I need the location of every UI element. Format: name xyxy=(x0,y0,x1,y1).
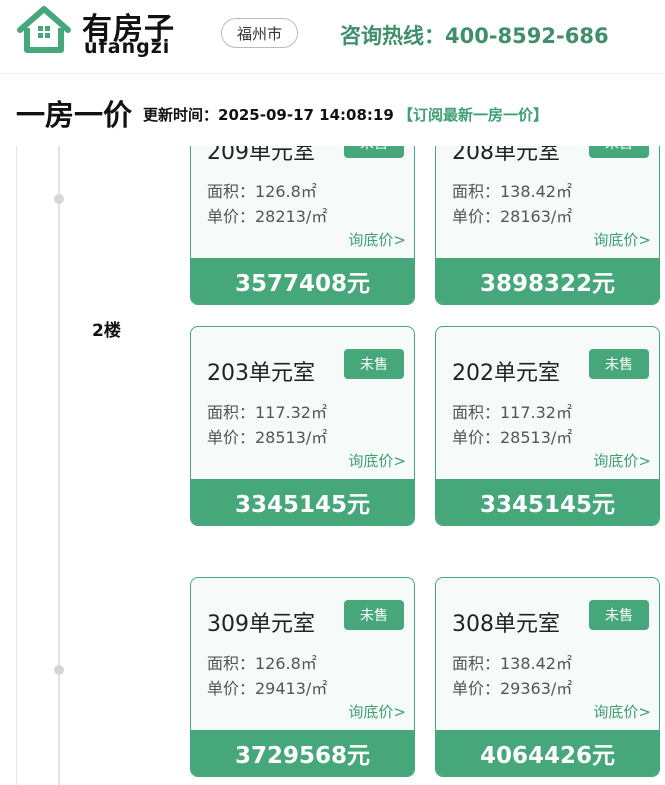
unit-price-text: 单价：29413/㎡ xyxy=(207,679,328,698)
unit-card[interactable]: 203单元室 未售 面积：117.32㎡ 单价：28513/㎡ 询底价> 334… xyxy=(190,326,415,526)
total-price: 3729568元 xyxy=(191,730,414,776)
floor-label: 2楼 xyxy=(92,321,121,341)
room-number: 208单元室 xyxy=(452,146,560,165)
house-logo-icon[interactable] xyxy=(16,4,72,56)
room-number: 202单元室 xyxy=(452,361,560,386)
divider xyxy=(16,146,17,785)
update-time: 更新时间：2025-09-17 14:08:19 xyxy=(143,106,394,124)
total-price: 3577408元 xyxy=(191,258,414,304)
total-price: 3898322元 xyxy=(436,258,659,304)
inquire-price-link[interactable]: 询底价> xyxy=(348,229,406,250)
area-text: 面积：117.32㎡ xyxy=(452,403,572,422)
total-price: 3345145元 xyxy=(191,479,414,525)
area-text: 面积：126.8㎡ xyxy=(207,182,317,201)
unit-card[interactable]: 208单元室 未售 面积：138.42㎡ 单价：28163/㎡ 询底价> 389… xyxy=(435,146,660,305)
timeline-dot xyxy=(54,194,64,204)
area-text: 面积：117.32㎡ xyxy=(207,403,327,422)
unit-price-text: 单价：28513/㎡ xyxy=(452,428,573,447)
status-badge: 未售 xyxy=(589,146,649,158)
unit-card[interactable]: 209单元室 未售 面积：126.8㎡ 单价：28213/㎡ 询底价> 3577… xyxy=(190,146,415,305)
unit-price-text: 单价：28163/㎡ xyxy=(452,207,573,226)
room-number: 309单元室 xyxy=(207,612,315,637)
timeline-dot xyxy=(54,665,64,675)
unit-price-text: 单价：29363/㎡ xyxy=(452,679,573,698)
timeline-line xyxy=(58,146,60,785)
inquire-price-link[interactable]: 询底价> xyxy=(348,701,406,722)
inquire-price-link[interactable]: 询底价> xyxy=(593,229,651,250)
inquire-price-link[interactable]: 询底价> xyxy=(348,450,406,471)
hotline-text: 咨询热线：400-8592-686 xyxy=(340,24,609,48)
status-badge: 未售 xyxy=(589,600,649,630)
unit-price-text: 单价：28513/㎡ xyxy=(207,428,328,447)
status-badge: 未售 xyxy=(344,600,404,630)
room-number: 203单元室 xyxy=(207,361,315,386)
room-number: 308单元室 xyxy=(452,612,560,637)
status-badge: 未售 xyxy=(589,349,649,379)
total-price: 3345145元 xyxy=(436,479,659,525)
page-title: 一房一价 xyxy=(16,98,133,132)
status-badge: 未售 xyxy=(344,349,404,379)
unit-price-text: 单价：28213/㎡ xyxy=(207,207,328,226)
total-price: 4064426元 xyxy=(436,730,659,776)
unit-card[interactable]: 202单元室 未售 面积：117.32㎡ 单价：28513/㎡ 询底价> 334… xyxy=(435,326,660,526)
inquire-price-link[interactable]: 询底价> xyxy=(593,701,651,722)
city-selector-button[interactable]: 福州市 xyxy=(221,18,298,48)
inquire-price-link[interactable]: 询底价> xyxy=(593,450,651,471)
area-text: 面积：138.42㎡ xyxy=(452,654,572,673)
area-text: 面积：126.8㎡ xyxy=(207,654,317,673)
room-number: 209单元室 xyxy=(207,146,315,165)
logo-text-en[interactable]: ufangzi xyxy=(84,36,170,58)
subscribe-link[interactable]: 【订阅最新一房一价】 xyxy=(398,104,548,125)
area-text: 面积：138.42㎡ xyxy=(452,182,572,201)
unit-card[interactable]: 309单元室 未售 面积：126.8㎡ 单价：29413/㎡ 询底价> 3729… xyxy=(190,577,415,777)
unit-card[interactable]: 308单元室 未售 面积：138.42㎡ 单价：29363/㎡ 询底价> 406… xyxy=(435,577,660,777)
title-bar: 一房一价 更新时间：2025-09-17 14:08:19 【订阅最新一房一价】 xyxy=(0,74,665,146)
site-header: 有房子 ufangzi 福州市 咨询热线：400-8592-686 xyxy=(0,0,665,74)
price-list: 2楼 209单元室 未售 面积：126.8㎡ 单价：28213/㎡ 询底价> 3… xyxy=(0,146,665,785)
status-badge: 未售 xyxy=(344,146,404,158)
